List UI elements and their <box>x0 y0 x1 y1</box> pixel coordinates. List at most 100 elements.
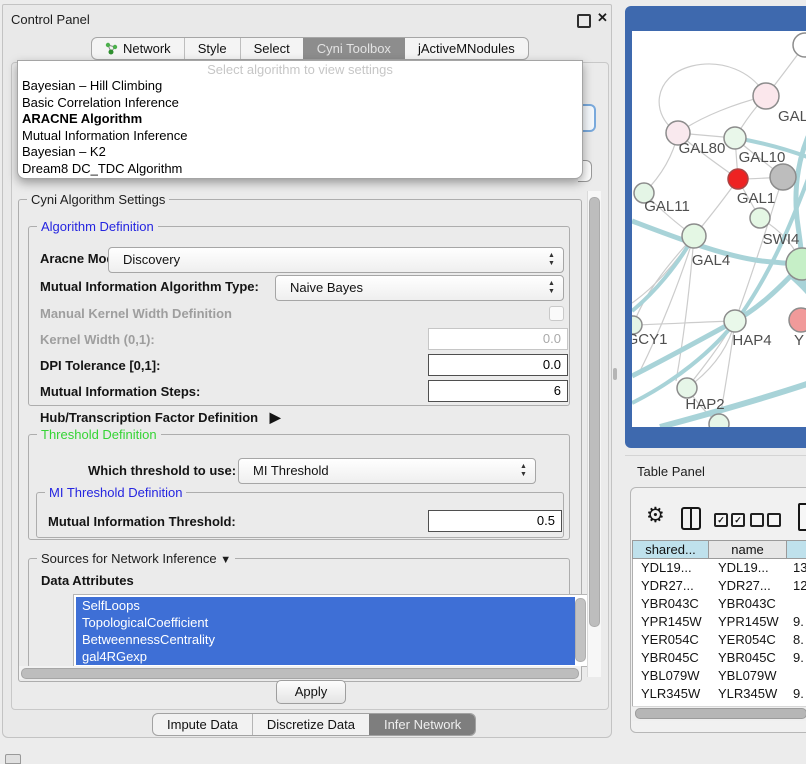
attribute-item[interactable]: BetweennessCentrality <box>76 631 575 648</box>
mi-steps-field[interactable]: 6 <box>428 380 568 402</box>
table-body[interactable]: YDL19...YDL19...13YDR27...YDR27...12YBR0… <box>632 559 806 706</box>
settings-scrollbar-thumb[interactable] <box>589 197 600 627</box>
kernel-width-field[interactable]: 0.0 <box>428 328 568 350</box>
algorithm-option[interactable]: Bayesian – Hill Climbing <box>18 78 582 95</box>
table-cell: 13 <box>788 559 806 577</box>
table-cell: YDR27... <box>710 577 788 595</box>
apply-button[interactable]: Apply <box>276 680 346 704</box>
threshold-definition-title: Threshold Definition <box>37 427 161 442</box>
table-row[interactable]: YLR345WYLR345W9. <box>633 685 806 703</box>
network-node[interactable] <box>682 224 706 248</box>
network-node[interactable] <box>728 169 748 189</box>
mi-algorithm-type-select[interactable]: Naive Bayes ▲▼ <box>275 275 564 301</box>
bottom-tab-impute-data[interactable]: Impute Data <box>153 714 252 735</box>
stepper-icon: ▲▼ <box>547 280 556 296</box>
list-scrollbar-thumb[interactable] <box>575 598 586 662</box>
mi-threshold-field[interactable]: 0.5 <box>428 510 562 532</box>
table-row[interactable]: YDR27...YDR27...12 <box>633 577 806 595</box>
control-panel-title: Control Panel <box>11 12 90 27</box>
table-cell: YBR043C <box>710 595 788 613</box>
settings-hscrollbar-thumb[interactable] <box>21 668 579 679</box>
network-edge[interactable] <box>633 321 735 325</box>
node-label: SWI4 <box>763 231 800 248</box>
table-cell: 8. <box>788 631 806 649</box>
attribute-item[interactable]: gal4RGexp <box>76 648 575 665</box>
manual-kernel-width-label: Manual Kernel Width Definition <box>40 306 232 321</box>
hub-definition-toggle[interactable]: Hub/Transcription Factor Definition ▶ <box>40 409 281 426</box>
manual-kernel-width-checkbox[interactable] <box>549 306 564 321</box>
which-threshold-select[interactable]: MI Threshold ▲▼ <box>238 458 536 484</box>
tab-jactivemnodules[interactable]: jActiveMNodules <box>404 38 528 59</box>
algorithm-option[interactable]: Basic Correlation Inference <box>18 95 582 112</box>
expanded-arrow-icon[interactable]: ▼ <box>220 554 231 566</box>
column-header[interactable]: shared... <box>632 540 709 559</box>
tab-style[interactable]: Style <box>184 38 240 59</box>
table-panel-divider <box>625 455 806 456</box>
network-node[interactable] <box>724 310 746 332</box>
bottom-tab-infer-network[interactable]: Infer Network <box>369 714 475 735</box>
tab-label: Select <box>254 38 290 59</box>
algorithm-option[interactable]: Dream8 DC_TDC Algorithm <box>18 161 582 178</box>
network-node[interactable] <box>677 378 697 398</box>
bottom-tab-discretize-data[interactable]: Discretize Data <box>252 714 369 735</box>
deselect-all-box-icon[interactable] <box>767 513 781 527</box>
table-cell: 9. <box>788 649 806 667</box>
dpi-tolerance-field[interactable]: 0.0 <box>428 354 568 376</box>
deselect-all-box-icon[interactable] <box>750 513 764 527</box>
tab-label: Cyni Toolbox <box>317 38 391 59</box>
tab-cyni-toolbox[interactable]: Cyni Toolbox <box>303 38 404 59</box>
table-row[interactable]: YPR145WYPR145W9. <box>633 613 806 631</box>
network-node[interactable] <box>750 208 770 228</box>
data-attributes-list[interactable]: SelfLoopsTopologicalCoefficientBetweenne… <box>73 594 589 667</box>
table-row[interactable]: YBL079WYBL079W <box>633 667 806 685</box>
tab-network[interactable]: Network <box>92 38 184 59</box>
select-all-check-icon[interactable]: ✓ <box>731 513 745 527</box>
algorithm-option[interactable]: Bayesian – K2 <box>18 144 582 161</box>
network-node[interactable] <box>709 414 729 427</box>
network-node[interactable] <box>770 164 796 190</box>
column-header[interactable] <box>787 540 806 559</box>
mi-algorithm-type-value: Naive Bayes <box>290 276 363 300</box>
network-graph[interactable]: GALGAL80GAL10GAL1GAL11GAL4SWI4GCY1HAP4YH… <box>632 31 806 427</box>
cyni-settings-group-title: Cyni Algorithm Settings <box>27 192 169 207</box>
stepper-icon: ▲▼ <box>547 252 556 268</box>
float-window-icon[interactable] <box>577 14 591 28</box>
table-row[interactable]: YBR045CYBR045C9. <box>633 649 806 667</box>
aracne-mode-select[interactable]: Discovery ▲▼ <box>108 247 564 273</box>
network-edge[interactable] <box>678 96 766 133</box>
node-label: HAP4 <box>732 332 771 349</box>
kernel-width-label: Kernel Width (0,1): <box>40 332 155 347</box>
screen: Control Panel ✕ NetworkStyle Select Cyni T… <box>0 0 806 762</box>
table-cell: YBL079W <box>633 667 710 685</box>
bottom-left-fragment <box>5 754 21 764</box>
table-row[interactable]: YER054CYER054C8. <box>633 631 806 649</box>
gear-icon[interactable]: ⚙ <box>646 503 665 529</box>
tab-select[interactable]: Select <box>240 38 303 59</box>
attribute-item[interactable]: TopologicalCoefficient <box>76 614 575 631</box>
network-node[interactable] <box>793 33 806 57</box>
close-panel-icon[interactable]: ✕ <box>597 10 608 26</box>
mi-steps-label: Mutual Information Steps: <box>40 384 200 399</box>
algorithm-option[interactable]: ARACNE Algorithm <box>18 111 582 128</box>
table-header-row: shared...name <box>632 540 806 559</box>
table-cell: 9. <box>788 613 806 631</box>
mi-threshold-label: Mutual Information Threshold: <box>48 514 236 529</box>
algorithm-option[interactable]: Mutual Information Inference <box>18 128 582 145</box>
table-row[interactable]: YBR043CYBR043C <box>633 595 806 613</box>
network-node[interactable] <box>753 83 779 109</box>
attribute-item[interactable]: SelfLoops <box>76 597 575 614</box>
table-row[interactable]: YDL19...YDL19...13 <box>633 559 806 577</box>
network-edge[interactable] <box>640 236 694 371</box>
splitter-handle[interactable] <box>613 368 617 380</box>
select-all-check-icon[interactable]: ✓ <box>714 513 728 527</box>
split-columns-icon[interactable] <box>681 507 701 530</box>
document-icon[interactable] <box>798 503 806 531</box>
network-canvas[interactable]: GALGAL80GAL10GAL1GAL11GAL4SWI4GCY1HAP4YH… <box>632 31 806 427</box>
network-node[interactable] <box>724 127 746 149</box>
table-cell: YBR043C <box>633 595 710 613</box>
column-header[interactable]: name <box>709 540 787 559</box>
table-hscrollbar-thumb[interactable] <box>635 708 806 719</box>
network-node[interactable] <box>789 308 806 332</box>
node-label: GAL10 <box>739 149 786 166</box>
algorithm-dropdown-popup: Select algorithm to view settingsBayesia… <box>17 60 583 179</box>
